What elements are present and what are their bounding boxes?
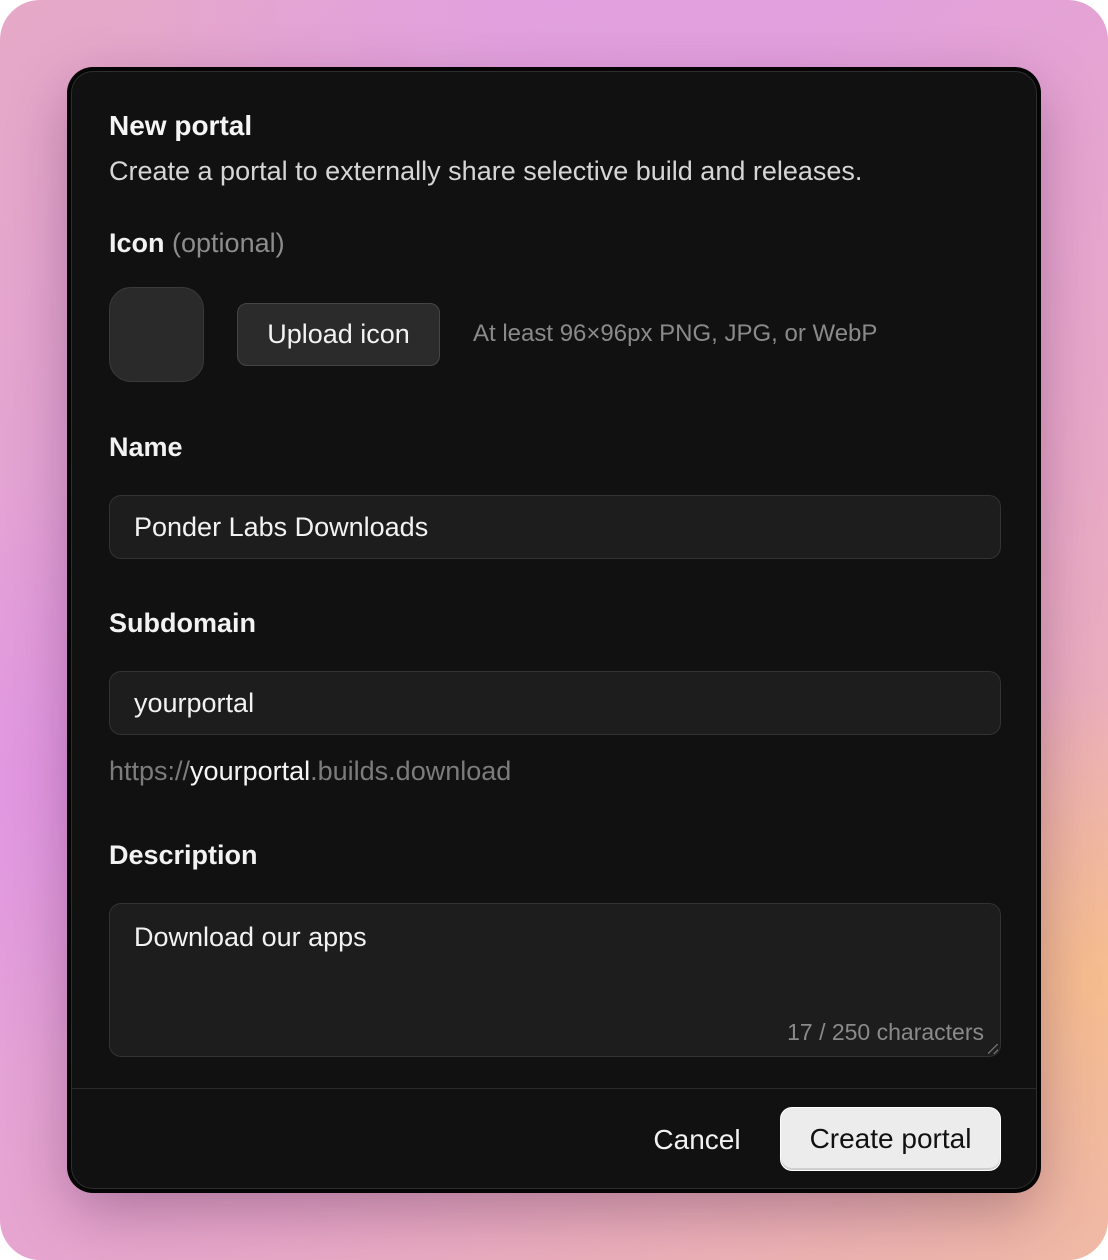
url-prefix: https://: [109, 756, 191, 786]
create-portal-button[interactable]: Create portal: [780, 1107, 1001, 1171]
description-value: Download our apps: [134, 922, 367, 952]
dialog-title: New portal: [109, 110, 253, 141]
description-label: Description: [109, 840, 258, 870]
footer-divider: [72, 1088, 1036, 1089]
icon-optional-text: (optional): [172, 228, 285, 258]
icon-upload-hint: At least 96×96px PNG, JPG, or WebP: [473, 320, 878, 347]
subdomain-input-value: yourportal: [134, 687, 255, 718]
portal-url-preview: https://yourportal.builds.download: [109, 756, 511, 787]
dialog-subtitle: Create a portal to externally share sele…: [109, 156, 863, 186]
new-portal-dialog: New portal Create a portal to externally…: [71, 71, 1037, 1189]
upload-icon-button[interactable]: Upload icon: [237, 303, 440, 366]
name-input-value: Ponder Labs Downloads: [134, 511, 429, 542]
icon-preview-placeholder[interactable]: [109, 287, 204, 382]
name-label: Name: [109, 432, 183, 462]
resize-handle-icon[interactable]: [988, 1044, 998, 1054]
subdomain-label: Subdomain: [109, 608, 256, 638]
subdomain-input[interactable]: yourportal: [109, 671, 1001, 735]
description-textarea[interactable]: Download our apps 17 / 250 characters: [109, 903, 1001, 1057]
icon-label-text: Icon: [109, 228, 165, 258]
cancel-button[interactable]: Cancel: [637, 1108, 757, 1172]
character-count: 17 / 250 characters: [787, 1019, 984, 1045]
name-input[interactable]: Ponder Labs Downloads: [109, 495, 1001, 559]
url-suffix: .builds.download: [310, 756, 512, 786]
icon-label: Icon (optional): [109, 228, 285, 259]
url-subdomain: yourportal: [190, 756, 311, 786]
